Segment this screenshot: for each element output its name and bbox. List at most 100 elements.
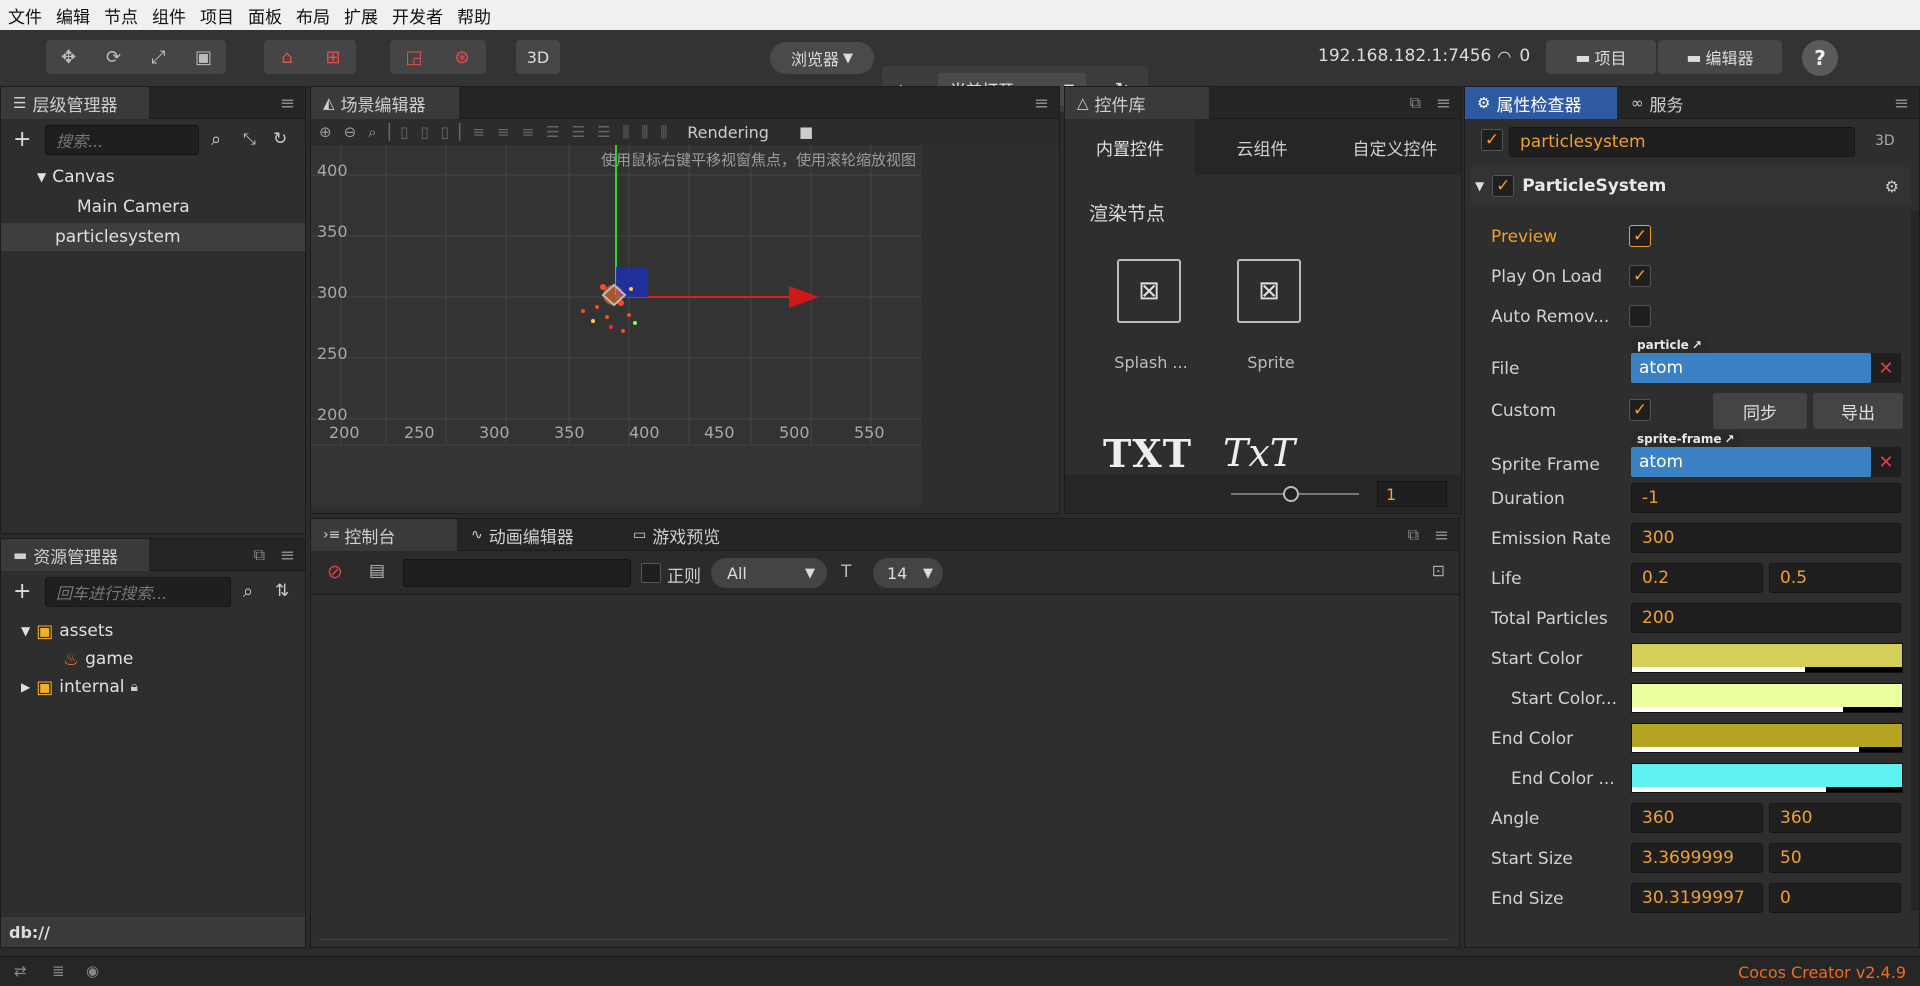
menu-file[interactable]: 文件 [8, 3, 42, 28]
hierarchy-search-input[interactable]: 搜索... [45, 125, 199, 155]
duration-input[interactable]: -1 [1631, 483, 1901, 513]
align-right-icon[interactable]: ▯▕ [441, 123, 461, 141]
log-level-select[interactable]: All ▼ [711, 558, 827, 588]
panel-menu-icon[interactable]: ≡ [280, 93, 295, 114]
clear-asset-icon[interactable]: ✕ [1871, 353, 1901, 383]
rendering-dropdown[interactable]: Rendering [687, 123, 769, 142]
component-enabled-checkbox[interactable]: ✓ [1492, 175, 1515, 197]
console-filter-input[interactable] [403, 559, 631, 587]
distribute-right-icon[interactable]: ⫼ [660, 123, 667, 141]
menu-developer[interactable]: 开发者 [392, 3, 443, 28]
tab-game-preview[interactable]: ▭ 游戏预览 [621, 519, 761, 551]
gear-icon[interactable]: ⚙ [1885, 177, 1899, 196]
tab-services[interactable]: ∞ 服务 [1619, 87, 1729, 119]
add-node-icon[interactable]: + [13, 127, 31, 152]
custom-checkbox[interactable]: ✓ [1629, 399, 1651, 421]
sort-icon[interactable]: ⇅ [275, 581, 289, 601]
menu-layout[interactable]: 布局 [296, 3, 330, 28]
mode-3d-button[interactable]: 3D [516, 40, 560, 74]
tab-builtin[interactable]: 内置控件 [1065, 119, 1195, 175]
platform-select[interactable]: 浏览器 ▼ [770, 42, 874, 74]
expand-arrow-icon[interactable]: ▼ [21, 624, 30, 638]
distribute-left-icon[interactable]: ⫼ [623, 123, 630, 141]
menu-help[interactable]: 帮助 [457, 3, 491, 28]
collapse-arrow-icon[interactable]: ▼ [1475, 179, 1484, 193]
panel-menu-icon[interactable]: ≡ [1894, 93, 1909, 114]
end-color-swatch[interactable] [1631, 723, 1903, 753]
play-on-load-checkbox[interactable]: ✓ [1629, 265, 1651, 287]
clear-asset-icon[interactable]: ✕ [1871, 447, 1901, 477]
scale-tool-icon[interactable]: ⤢ [136, 40, 181, 74]
panel-menu-icon[interactable]: ≡ [1434, 525, 1449, 546]
emission-rate-input[interactable]: 300 [1631, 523, 1901, 553]
sync-icon[interactable]: ⇄ [14, 962, 27, 980]
label-node-icon[interactable]: TXT [1103, 431, 1192, 476]
start-color-swatch[interactable] [1631, 643, 1903, 673]
component-header[interactable]: ▼ ✓ ParticleSystem ⚙ [1471, 167, 1911, 205]
expand-arrow-icon[interactable]: ▶ [21, 680, 30, 694]
tree-node-canvas[interactable]: ▼ Canvas [1, 163, 305, 191]
popout-icon[interactable]: ⧉ [254, 545, 265, 565]
camera-icon[interactable]: ■ [799, 123, 813, 141]
distribute-bottom-icon[interactable]: ☰ [597, 123, 610, 141]
tab-console[interactable]: ›≡ 控制台 [311, 519, 457, 551]
collapse-icon[interactable]: ⤡ [243, 129, 256, 149]
add-asset-icon[interactable]: + [13, 579, 31, 604]
tab-inspector[interactable]: ⚙ 属性检查器 [1465, 87, 1617, 119]
start-size-input[interactable]: 3.3699999 [1631, 843, 1763, 873]
collapse-panel-icon[interactable]: ⊡ [1432, 561, 1445, 580]
grid-icon[interactable]: ⊛ [438, 40, 486, 74]
auto-remove-checkbox[interactable] [1629, 305, 1651, 327]
splash-node-icon[interactable]: ⊠ [1117, 259, 1181, 323]
zoom-slider-handle[interactable] [1283, 486, 1299, 502]
font-size-select[interactable]: 14 ▼ [873, 558, 943, 588]
snap-icon[interactable]: ◲ [390, 40, 438, 74]
tab-scene[interactable]: ◭ 场景编辑器 [311, 87, 459, 119]
sync-button[interactable]: 同步 [1713, 393, 1807, 429]
panel-menu-icon[interactable]: ≡ [1034, 93, 1049, 114]
mode-3d-label[interactable]: 3D [1875, 133, 1895, 149]
tab-animation[interactable]: ∿ 动画编辑器 [459, 519, 619, 551]
help-button[interactable]: ? [1802, 40, 1838, 76]
tab-hierarchy[interactable]: ☰ 层级管理器 [1, 87, 149, 119]
life-input[interactable]: 0.2 [1631, 563, 1763, 593]
distribute-hcenter-icon[interactable]: ⫼ [641, 123, 648, 141]
distribute-vcenter-icon[interactable]: ☰ [572, 123, 585, 141]
pivot-icon[interactable]: ⌂ [264, 40, 310, 74]
align-bottom-icon[interactable]: ≡ [522, 123, 535, 141]
file-asset-field[interactable]: atom [1631, 353, 1871, 383]
scene-viewport[interactable]: 使用鼠标右键平移视窗焦点，使用滚轮缩放视图 400 350 300 250 20… [311, 145, 921, 505]
distribute-top-icon[interactable]: ☰ [546, 123, 559, 141]
editor-button[interactable]: ▬ 编辑器 [1658, 40, 1782, 74]
end-color-var-swatch[interactable] [1631, 763, 1903, 793]
menu-component[interactable]: 组件 [152, 3, 186, 28]
search-icon[interactable]: ⌕ [211, 129, 221, 150]
align-top-icon[interactable]: ≡ [472, 123, 485, 141]
end-size-input[interactable]: 30.3199997 [1631, 883, 1763, 913]
panel-menu-icon[interactable]: ≡ [280, 545, 295, 566]
tab-widgets[interactable]: △ 控件库 [1065, 87, 1209, 119]
angle-var-input[interactable]: 360 [1769, 803, 1901, 833]
regex-checkbox[interactable] [641, 563, 661, 583]
log-file-icon[interactable]: ▤ [369, 561, 385, 581]
angle-input[interactable]: 360 [1631, 803, 1763, 833]
align-left-icon[interactable]: ▏▯ [389, 123, 409, 141]
popout-icon[interactable]: ⧉ [1408, 525, 1419, 545]
refresh-icon[interactable]: ↻ [273, 129, 287, 149]
zoom-out-icon[interactable]: ⊖ [344, 123, 357, 141]
end-size-var-input[interactable]: 0 [1769, 883, 1901, 913]
tree-node-particlesystem[interactable]: particlesystem [1, 223, 305, 251]
tab-cloud[interactable]: 云组件 [1197, 119, 1327, 175]
move-tool-icon[interactable]: ✥ [46, 40, 91, 74]
eye-icon[interactable]: ◉ [86, 962, 99, 980]
richtext-node-icon[interactable]: TxT [1223, 431, 1295, 475]
tree-node-main-camera[interactable]: Main Camera [1, 193, 305, 221]
external-link-icon[interactable]: ↗ [1725, 432, 1735, 446]
sprite-frame-asset-field[interactable]: atom [1631, 447, 1871, 477]
popout-icon[interactable]: ⧉ [1410, 93, 1421, 113]
zoom-value-input[interactable]: 1 [1377, 481, 1447, 507]
align-vcenter-icon[interactable]: ≡ [497, 123, 510, 141]
menu-panel[interactable]: 面板 [248, 3, 282, 28]
zoom-reset-icon[interactable]: ⌕ [368, 123, 376, 141]
panel-menu-icon[interactable]: ≡ [1436, 93, 1451, 114]
